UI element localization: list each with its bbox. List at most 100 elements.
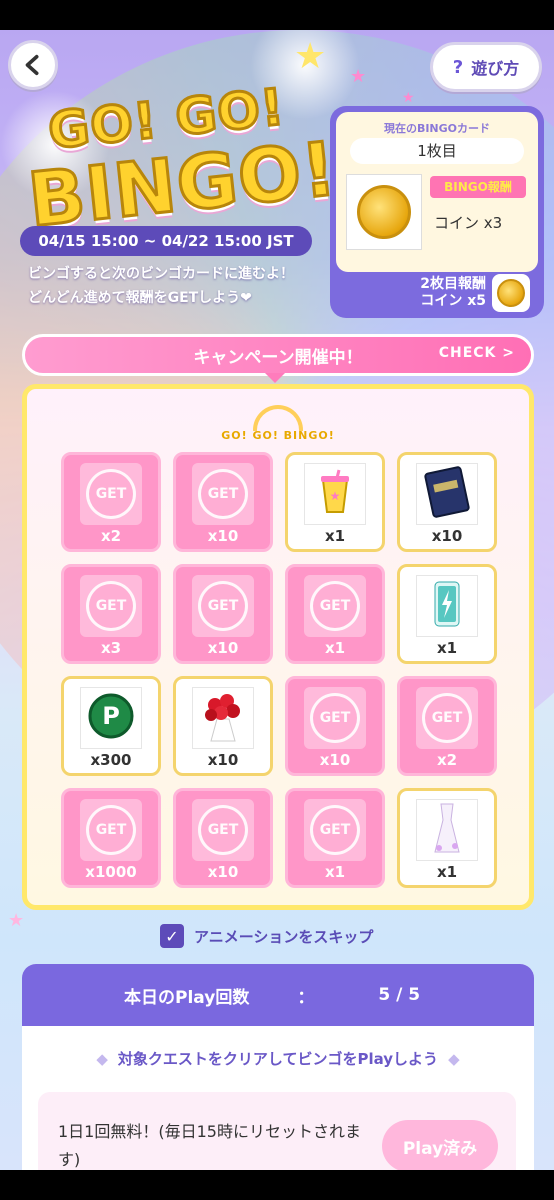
bingo-cell[interactable]: GET x1: [285, 564, 385, 664]
reward-quantity: x10: [207, 527, 239, 545]
description-line: どんどん進めて報酬をGETしよう❤: [28, 290, 252, 306]
bingo-screen: ★ ★ ★ ★ ★ ? 遊び方 GO! GO! BINGO! 04/15 15:…: [0, 30, 554, 1170]
reward-image: GET: [80, 575, 142, 637]
current-card-inner: 現在のBINGOカード 1枚目 BINGO報酬 コイン x3: [336, 112, 538, 272]
dress-icon: [429, 800, 465, 860]
reward-quantity: x2: [100, 527, 122, 545]
reward-image: GET: [304, 687, 366, 749]
coin-icon: [357, 185, 411, 239]
reward-quantity: x10: [207, 863, 239, 881]
checkbox-checked-icon[interactable]: ✓: [160, 924, 184, 948]
svg-text:P: P: [102, 702, 120, 730]
bingo-cell[interactable]: x10: [173, 676, 273, 776]
reward-quantity: x1: [324, 639, 346, 657]
reward-image: GET: [192, 575, 254, 637]
play-count-value: 5 / 5: [378, 985, 421, 1005]
reward-quantity: x2: [436, 751, 458, 769]
reward-quantity: x10: [207, 751, 239, 769]
book-icon: [423, 466, 471, 522]
bingo-reward-image: [346, 174, 422, 250]
play-hint-text: 対象クエストをクリアしてビンゴをPlayしよう: [117, 1050, 439, 1068]
rainbow-arc-icon: [253, 405, 303, 431]
bingo-cell[interactable]: GET x2: [397, 676, 497, 776]
star-icon: ★: [294, 36, 327, 77]
play-done-button[interactable]: Play済み: [382, 1120, 498, 1170]
question-icon: ?: [452, 56, 464, 78]
board-logo: GO! GO! BINGO!: [221, 429, 335, 442]
reward-quantity: x3: [100, 639, 122, 657]
bingo-cell[interactable]: GET x1000: [61, 788, 161, 888]
campaign-banner[interactable]: キャンペーン開催中！ CHECK >: [22, 334, 534, 376]
reward-image: ★: [304, 463, 366, 525]
reward-quantity: x10: [207, 639, 239, 657]
play-count-separator: ：: [297, 987, 315, 1008]
back-button[interactable]: [8, 40, 58, 90]
play-panel: 本日のPlay回数 ： 5 / 5 ◆ 対象クエストをクリアしてビンゴをPlayし…: [22, 964, 534, 1170]
battery-icon: [432, 578, 462, 634]
get-icon: GET: [198, 805, 248, 855]
free-play-text: 1日1回無料！(毎日15時にリセットされます): [58, 1122, 361, 1169]
bingo-cell[interactable]: GET x10: [285, 676, 385, 776]
bingo-cell[interactable]: GET x10: [173, 564, 273, 664]
svg-text:★: ★: [330, 489, 341, 503]
reward-image: GET: [192, 463, 254, 525]
get-icon: GET: [86, 805, 136, 855]
get-icon: GET: [310, 693, 360, 743]
reward-quantity: x10: [431, 527, 463, 545]
reward-image: GET: [80, 463, 142, 525]
next-reward-line: 2枚目報酬: [420, 276, 486, 292]
get-icon: GET: [310, 581, 360, 631]
reward-image: GET: [304, 799, 366, 861]
bingo-cell[interactable]: GET x3: [61, 564, 161, 664]
drink-cup-icon: ★: [315, 468, 355, 520]
campaign-pointer: [265, 373, 285, 383]
skip-animation-toggle[interactable]: ✓ アニメーションをスキップ: [160, 924, 373, 948]
reward-image: [192, 687, 254, 749]
bingo-cell[interactable]: x10: [397, 452, 497, 552]
help-button[interactable]: ? 遊び方: [430, 42, 542, 92]
get-icon: GET: [86, 581, 136, 631]
reward-quantity: x1: [324, 527, 346, 545]
coin-icon: [497, 279, 525, 307]
bingo-cell[interactable]: x1: [397, 788, 497, 888]
event-period: 04/15 15:00 ~ 04/22 15:00 JST: [20, 226, 312, 256]
bingo-cell[interactable]: x1: [397, 564, 497, 664]
reward-quantity: x10: [319, 751, 351, 769]
next-reward-line: コイン x5: [420, 293, 486, 309]
bingo-cell[interactable]: Px300: [61, 676, 161, 776]
campaign-check-link[interactable]: CHECK >: [439, 345, 515, 361]
play-hint: ◆ 対象クエストをクリアしてビンゴをPlayしよう ◆: [22, 1048, 534, 1069]
get-icon: GET: [86, 469, 136, 519]
bingo-cell[interactable]: GET x2: [61, 452, 161, 552]
play-count-label: 本日のPlay回数: [124, 987, 250, 1008]
reward-image: [416, 463, 478, 525]
reward-quantity: x1: [436, 863, 458, 881]
reward-quantity: x1000: [85, 863, 137, 881]
rose-bouquet-icon: [199, 689, 247, 747]
get-icon: GET: [198, 581, 248, 631]
campaign-label: キャンペーン開催中！: [193, 347, 363, 368]
bingo-reward-text: コイン x3: [434, 214, 503, 232]
reward-image: P: [80, 687, 142, 749]
star-icon: ★: [8, 910, 25, 931]
help-label: 遊び方: [471, 59, 520, 78]
diamond-icon: ◆: [448, 1050, 460, 1068]
get-icon: GET: [310, 805, 360, 855]
current-card-panel: 現在のBINGOカード 1枚目 BINGO報酬 コイン x3 2枚目報酬 コイン…: [330, 106, 544, 318]
event-description: ビンゴすると次のビンゴカードに進むよ！ どんどん進めて報酬をGETしよう❤: [28, 262, 328, 310]
reward-image: GET: [416, 687, 478, 749]
description-line: ビンゴすると次のビンゴカードに進むよ！: [28, 266, 294, 282]
skip-animation-label: アニメーションをスキップ: [194, 927, 374, 946]
reward-image: [416, 575, 478, 637]
reward-quantity: x1: [436, 639, 458, 657]
play-count-header: 本日のPlay回数 ： 5 / 5: [22, 964, 534, 1026]
bingo-cell[interactable]: GET x10: [173, 788, 273, 888]
chevron-left-icon: [25, 54, 39, 76]
bingo-cell[interactable]: ★ x1: [285, 452, 385, 552]
bingo-cell[interactable]: GET x1: [285, 788, 385, 888]
bingo-cell[interactable]: GET x10: [173, 452, 273, 552]
diamond-icon: ◆: [96, 1050, 108, 1068]
p-coin-icon: P: [87, 692, 135, 744]
reward-quantity: x300: [90, 751, 132, 769]
next-card-reward: 2枚目報酬 コイン x5: [336, 276, 486, 310]
